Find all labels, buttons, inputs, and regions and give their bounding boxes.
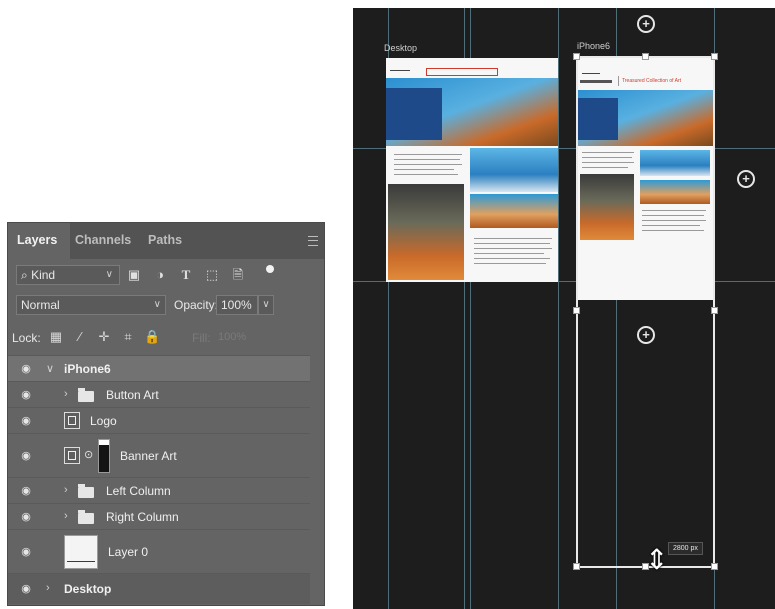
resize-handle-left[interactable] <box>573 307 580 314</box>
visibility-eye-icon[interactable]: ◉ <box>18 451 34 462</box>
artboard-label-desktop[interactable]: Desktop <box>384 43 417 53</box>
filter-toggle-icon[interactable] <box>266 265 274 273</box>
resize-handle-right[interactable] <box>711 307 718 314</box>
layer-name: Button Art <box>106 388 159 402</box>
layer-name: Right Column <box>106 510 179 524</box>
layers-panel: Layers Channels Paths ⌕ Kind ∨ ▣ ◑ T ⬚ 🗎… <box>7 222 325 606</box>
layer-name: Logo <box>90 414 117 428</box>
layer-name: Layer 0 <box>108 545 149 559</box>
layer-name: Left Column <box>106 484 171 498</box>
tab-channels[interactable]: Channels <box>75 233 131 247</box>
blend-mode-select[interactable]: Normal ∨ <box>16 295 166 315</box>
resize-handle-top-right[interactable] <box>711 53 718 60</box>
visibility-eye-icon[interactable]: ◉ <box>18 364 34 375</box>
folder-icon <box>78 388 94 402</box>
transform-bounding-box[interactable] <box>576 56 715 568</box>
logo-mark <box>390 62 410 71</box>
add-artboard-top-icon[interactable]: + <box>637 15 655 33</box>
link-icon[interactable]: ⊙ <box>84 448 93 461</box>
chevron-down-icon: ∨ <box>262 299 270 310</box>
tab-paths[interactable]: Paths <box>148 233 182 247</box>
lock-position-icon[interactable]: ✛ <box>96 329 112 345</box>
layer-row-logo[interactable]: ◉ Logo <box>8 407 310 434</box>
bridge-image <box>470 148 558 192</box>
smart-object-icon <box>64 412 80 429</box>
lock-all-icon[interactable]: 🔒 <box>144 329 160 345</box>
layer-mask-thumbnail[interactable] <box>98 439 110 473</box>
resize-size-tooltip: 2800 px <box>668 542 703 555</box>
opacity-label: Opacity: <box>174 298 219 312</box>
vertical-guide[interactable] <box>558 8 559 609</box>
panel-tab-bar: Layers Channels Paths <box>8 223 324 259</box>
resize-handle-top-left[interactable] <box>573 53 580 60</box>
lock-artboard-icon[interactable]: ⌗ <box>120 329 136 345</box>
chevron-down-icon: ∨ <box>153 299 161 310</box>
header-banner <box>426 68 498 76</box>
fill-input[interactable]: 100% <box>218 328 254 346</box>
visibility-eye-icon[interactable]: ◉ <box>18 486 34 497</box>
add-artboard-right-icon[interactable]: + <box>737 170 755 188</box>
folder-icon <box>78 484 94 498</box>
kind-filter-select[interactable]: ⌕ Kind ∨ <box>16 265 120 285</box>
lock-pixels-icon[interactable]: ⁄ <box>72 329 88 345</box>
layer-name: Banner Art <box>120 449 177 463</box>
layer-name: Desktop <box>64 582 112 596</box>
resize-handle-top[interactable] <box>642 53 649 60</box>
layer-name: iPhone6 <box>64 362 111 376</box>
layer-row-right-column[interactable]: ◉ › Right Column <box>8 503 310 530</box>
layer-row-iphone6[interactable]: ◉ ∨ iPhone6 <box>8 355 310 382</box>
layer-thumbnail <box>64 535 98 569</box>
fill-label: Fill: <box>192 331 211 345</box>
shape-filter-icon[interactable]: ⬚ <box>204 267 220 283</box>
opacity-input[interactable]: 100% <box>216 295 258 315</box>
type-filter-icon[interactable]: T <box>178 267 194 283</box>
chevron-right-icon[interactable]: › <box>46 582 50 594</box>
vertical-resize-cursor-icon: ⇕ <box>645 544 669 575</box>
pier-image <box>470 194 558 228</box>
lock-transparent-icon[interactable]: ▦ <box>48 329 64 345</box>
folder-icon <box>78 510 94 524</box>
lock-label: Lock: <box>12 331 41 345</box>
tab-layers[interactable]: Layers <box>17 233 57 247</box>
visibility-eye-icon[interactable]: ◉ <box>18 390 34 401</box>
smart-object-icon <box>64 447 80 464</box>
resize-handle-bottom-left[interactable] <box>573 563 580 570</box>
chevron-right-icon[interactable]: › <box>64 510 68 522</box>
opacity-dropdown[interactable]: ∨ <box>258 295 274 315</box>
visibility-eye-icon[interactable]: ◉ <box>18 547 34 558</box>
layer-row-left-column[interactable]: ◉ › Left Column <box>8 477 310 504</box>
body-text-block <box>474 236 554 276</box>
document-canvas[interactable]: Desktop iPhone6 Treasured Collection of … <box>353 8 775 609</box>
intro-text-block <box>394 152 464 182</box>
layer-row-button-art[interactable]: ◉ › Button Art <box>8 381 310 408</box>
kind-filter-label: Kind <box>31 268 56 282</box>
visibility-eye-icon[interactable]: ◉ <box>18 416 34 427</box>
add-artboard-below-icon[interactable]: + <box>637 326 655 344</box>
corridor-image <box>388 184 464 280</box>
smart-object-filter-icon[interactable]: 🗎 <box>230 267 246 283</box>
artboard-label-iphone6[interactable]: iPhone6 <box>577 41 610 51</box>
resize-handle-bottom-right[interactable] <box>711 563 718 570</box>
chevron-right-icon[interactable]: › <box>64 484 68 496</box>
blend-mode-value: Normal <box>21 298 60 312</box>
layer-row-desktop[interactable]: ◉ › Desktop <box>8 573 310 604</box>
layer-row-layer-0[interactable]: ◉ Layer 0 <box>8 529 310 574</box>
visibility-eye-icon[interactable]: ◉ <box>18 584 34 595</box>
visibility-eye-icon[interactable]: ◉ <box>18 512 34 523</box>
panel-menu-icon[interactable] <box>308 236 318 246</box>
search-icon: ⌕ <box>21 268 28 282</box>
pixel-filter-icon[interactable]: ▣ <box>126 267 142 283</box>
adjustment-filter-icon[interactable]: ◑ <box>152 267 168 283</box>
artboard-desktop[interactable] <box>386 58 558 282</box>
chevron-right-icon[interactable]: › <box>64 388 68 400</box>
chevron-down-icon: ∨ <box>105 269 113 280</box>
chevron-down-icon[interactable]: ∨ <box>46 362 54 375</box>
hero-nav-panel <box>386 88 442 140</box>
layer-row-banner-art[interactable]: ◉ ⊙ Banner Art <box>8 433 310 478</box>
